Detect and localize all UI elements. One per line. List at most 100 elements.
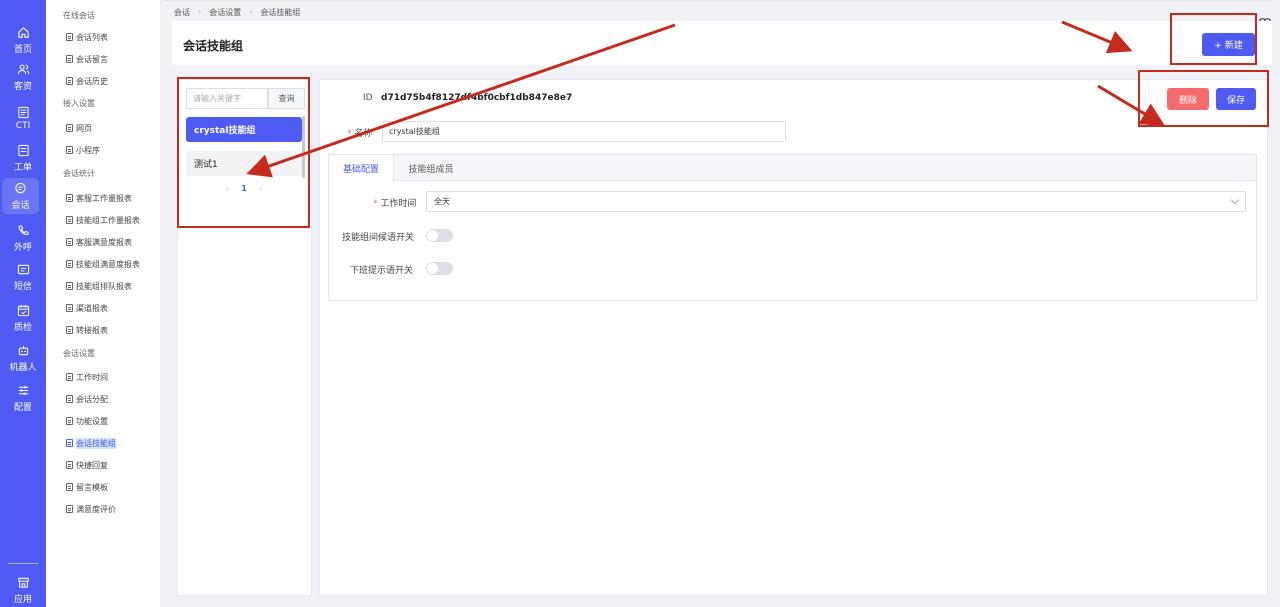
tab-basic-config[interactable]: 基础配置 — [329, 155, 394, 182]
menu-item-label: 客服工作量报表 — [76, 193, 132, 203]
annotation-box-new — [1170, 13, 1257, 65]
menu-item[interactable]: 小程序 — [66, 143, 100, 157]
document-icon — [66, 395, 73, 403]
rail-item-robot[interactable]: 机器人 — [0, 340, 46, 376]
breadcrumb-item[interactable]: 会话设置 — [209, 7, 241, 18]
menu-item[interactable]: 满意度评价 — [66, 502, 116, 516]
menu-item-label: 转接报表 — [76, 325, 108, 335]
menu-item-label: 客服满意度报表 — [76, 237, 132, 247]
id-value: d71d75b4f8127df4bf0cbf1db847e8e7 — [381, 93, 573, 103]
home-icon — [16, 26, 30, 40]
rail-item-apps[interactable]: 应用 — [0, 572, 46, 607]
menu-item-label: 满意度评价 — [76, 504, 116, 514]
document-icon — [66, 483, 73, 491]
document-icon — [66, 461, 73, 469]
menu-item[interactable]: 客服满意度报表 — [66, 235, 132, 249]
breadcrumb-separator: › — [198, 7, 202, 16]
menu-item[interactable]: 客服工作量报表 — [66, 191, 132, 205]
phone-icon — [16, 224, 30, 238]
menu-item[interactable]: 留言模板 — [66, 480, 108, 494]
menu-item[interactable]: 会话分配 — [66, 392, 108, 406]
cti-icon — [16, 105, 30, 119]
offwork-tip-toggle[interactable] — [426, 262, 453, 275]
sms-icon — [16, 263, 30, 277]
rail-item-home[interactable]: 首页 — [0, 22, 46, 58]
rail-item-customers[interactable]: 客资 — [0, 59, 46, 95]
document-icon — [66, 194, 73, 202]
work-time-select[interactable]: 全天 — [426, 191, 1246, 212]
rail-item-cti[interactable]: CTI — [0, 100, 46, 136]
menu-item-label: 快捷回复 — [76, 460, 108, 470]
menu-item-label: 技能组满意度报表 — [76, 259, 140, 269]
work-time-label: * 工作时间 — [373, 199, 417, 209]
rail-item-tickets[interactable]: 工单 — [0, 140, 46, 176]
rail-item-label: 外呼 — [13, 242, 32, 253]
menu-section-title: 会话设置 — [63, 349, 95, 358]
rail-divider — [8, 563, 38, 564]
rail-item-outbound[interactable]: 外呼 — [0, 220, 46, 256]
chat-icon — [14, 182, 28, 196]
menu-item[interactable]: 会话列表 — [66, 30, 108, 44]
menu-item-label: 会话技能组 — [76, 437, 116, 449]
name-field[interactable]: crystal技能组 — [382, 121, 786, 142]
annotation-box-actions — [1138, 70, 1269, 127]
menu-item[interactable]: 技能组排队报表 — [66, 279, 132, 293]
annotation-box-list — [177, 77, 310, 228]
top-divider — [162, 0, 1272, 1]
menu-item[interactable]: 功能设置 — [66, 414, 108, 428]
sliders-icon — [16, 384, 30, 398]
menu-item[interactable]: 会话留言 — [66, 52, 108, 66]
rail-item-label: 会话 — [11, 200, 30, 211]
menu-item[interactable]: 技能组满意度报表 — [66, 257, 140, 271]
rail-item-qa[interactable]: 质检 — [0, 300, 46, 336]
rail-item-label: 工单 — [13, 162, 32, 173]
menu-item-label: 会话留言 — [76, 54, 108, 64]
document-icon — [66, 439, 73, 447]
menu-item[interactable]: 快捷回复 — [66, 458, 108, 472]
rail-item-label: 质检 — [13, 322, 32, 333]
rail-item-chat[interactable]: 会话 — [2, 178, 39, 214]
breadcrumb-separator: › — [249, 7, 253, 16]
rail-item-label: 机器人 — [9, 362, 37, 373]
menu-item[interactable]: 会话历史 — [66, 74, 108, 88]
menu-item-label: 工作时间 — [76, 372, 108, 382]
page-header: 会话技能组 + 新建 — [172, 21, 1272, 65]
app-root: 首页 客资 CTI 工单 会话 外呼 短信 质检 机器人 配置 应用 在线会话 … — [0, 0, 1280, 607]
rail-item-label: 应用 — [13, 594, 32, 605]
tab-bar: 基础配置 技能组成员 — [329, 155, 1256, 182]
queue-greeting-toggle[interactable] — [426, 229, 453, 242]
rail-item-label: CTI — [15, 121, 31, 131]
menu-item[interactable]: 工作时间 — [66, 370, 108, 384]
config-tabs: 基础配置 技能组成员 * 工作时间 全天 技能组间候语开关 下班提示语开关 — [328, 154, 1257, 301]
page-title: 会话技能组 — [183, 39, 244, 53]
rail-item-label: 短信 — [13, 281, 32, 292]
breadcrumb: 会话 › 会话设置 › 会话技能组 — [174, 7, 300, 18]
rail-item-config[interactable]: 配置 — [0, 380, 46, 416]
document-icon — [66, 216, 73, 224]
breadcrumb-item[interactable]: 会话 — [174, 7, 190, 18]
menu-item[interactable]: 技能组工作量报表 — [66, 213, 140, 227]
tab-group-members[interactable]: 技能组成员 — [394, 155, 468, 181]
menu-item-label: 会话历史 — [76, 76, 108, 86]
rail-item-sms[interactable]: 短信 — [0, 259, 46, 295]
work-time-value: 全天 — [434, 197, 450, 206]
queue-greeting-label: 技能组间候语开关 — [342, 233, 415, 243]
menu-item[interactable]: 渠道报表 — [66, 301, 108, 315]
chevron-down-icon — [1230, 195, 1240, 205]
menu-item-label: 渠道报表 — [76, 303, 108, 313]
primary-nav-rail: 首页 客资 CTI 工单 会话 外呼 短信 质检 机器人 配置 应用 — [0, 0, 46, 607]
calendar-check-icon — [16, 304, 30, 318]
menu-item[interactable]: 转接报表 — [66, 323, 108, 337]
menu-item-label: 技能组排队报表 — [76, 281, 132, 291]
menu-item-label: 技能组工作量报表 — [76, 215, 140, 225]
offwork-tip-label: 下班提示语开关 — [350, 266, 414, 276]
document-icon — [66, 55, 73, 63]
menu-item-label: 功能设置 — [76, 416, 108, 426]
document-icon — [66, 33, 73, 41]
menu-item[interactable]: 会话技能组 — [66, 436, 116, 450]
secondary-menu: 在线会话 会话列表 会话留言 会话历史 接入设置 网页 小程序 会话统计 客服工作量报表 技能组工… — [46, 0, 161, 607]
document-icon — [66, 77, 73, 85]
menu-item[interactable]: 网页 — [66, 121, 92, 135]
name-label: * 名称 — [347, 129, 373, 139]
document-icon — [66, 373, 73, 381]
